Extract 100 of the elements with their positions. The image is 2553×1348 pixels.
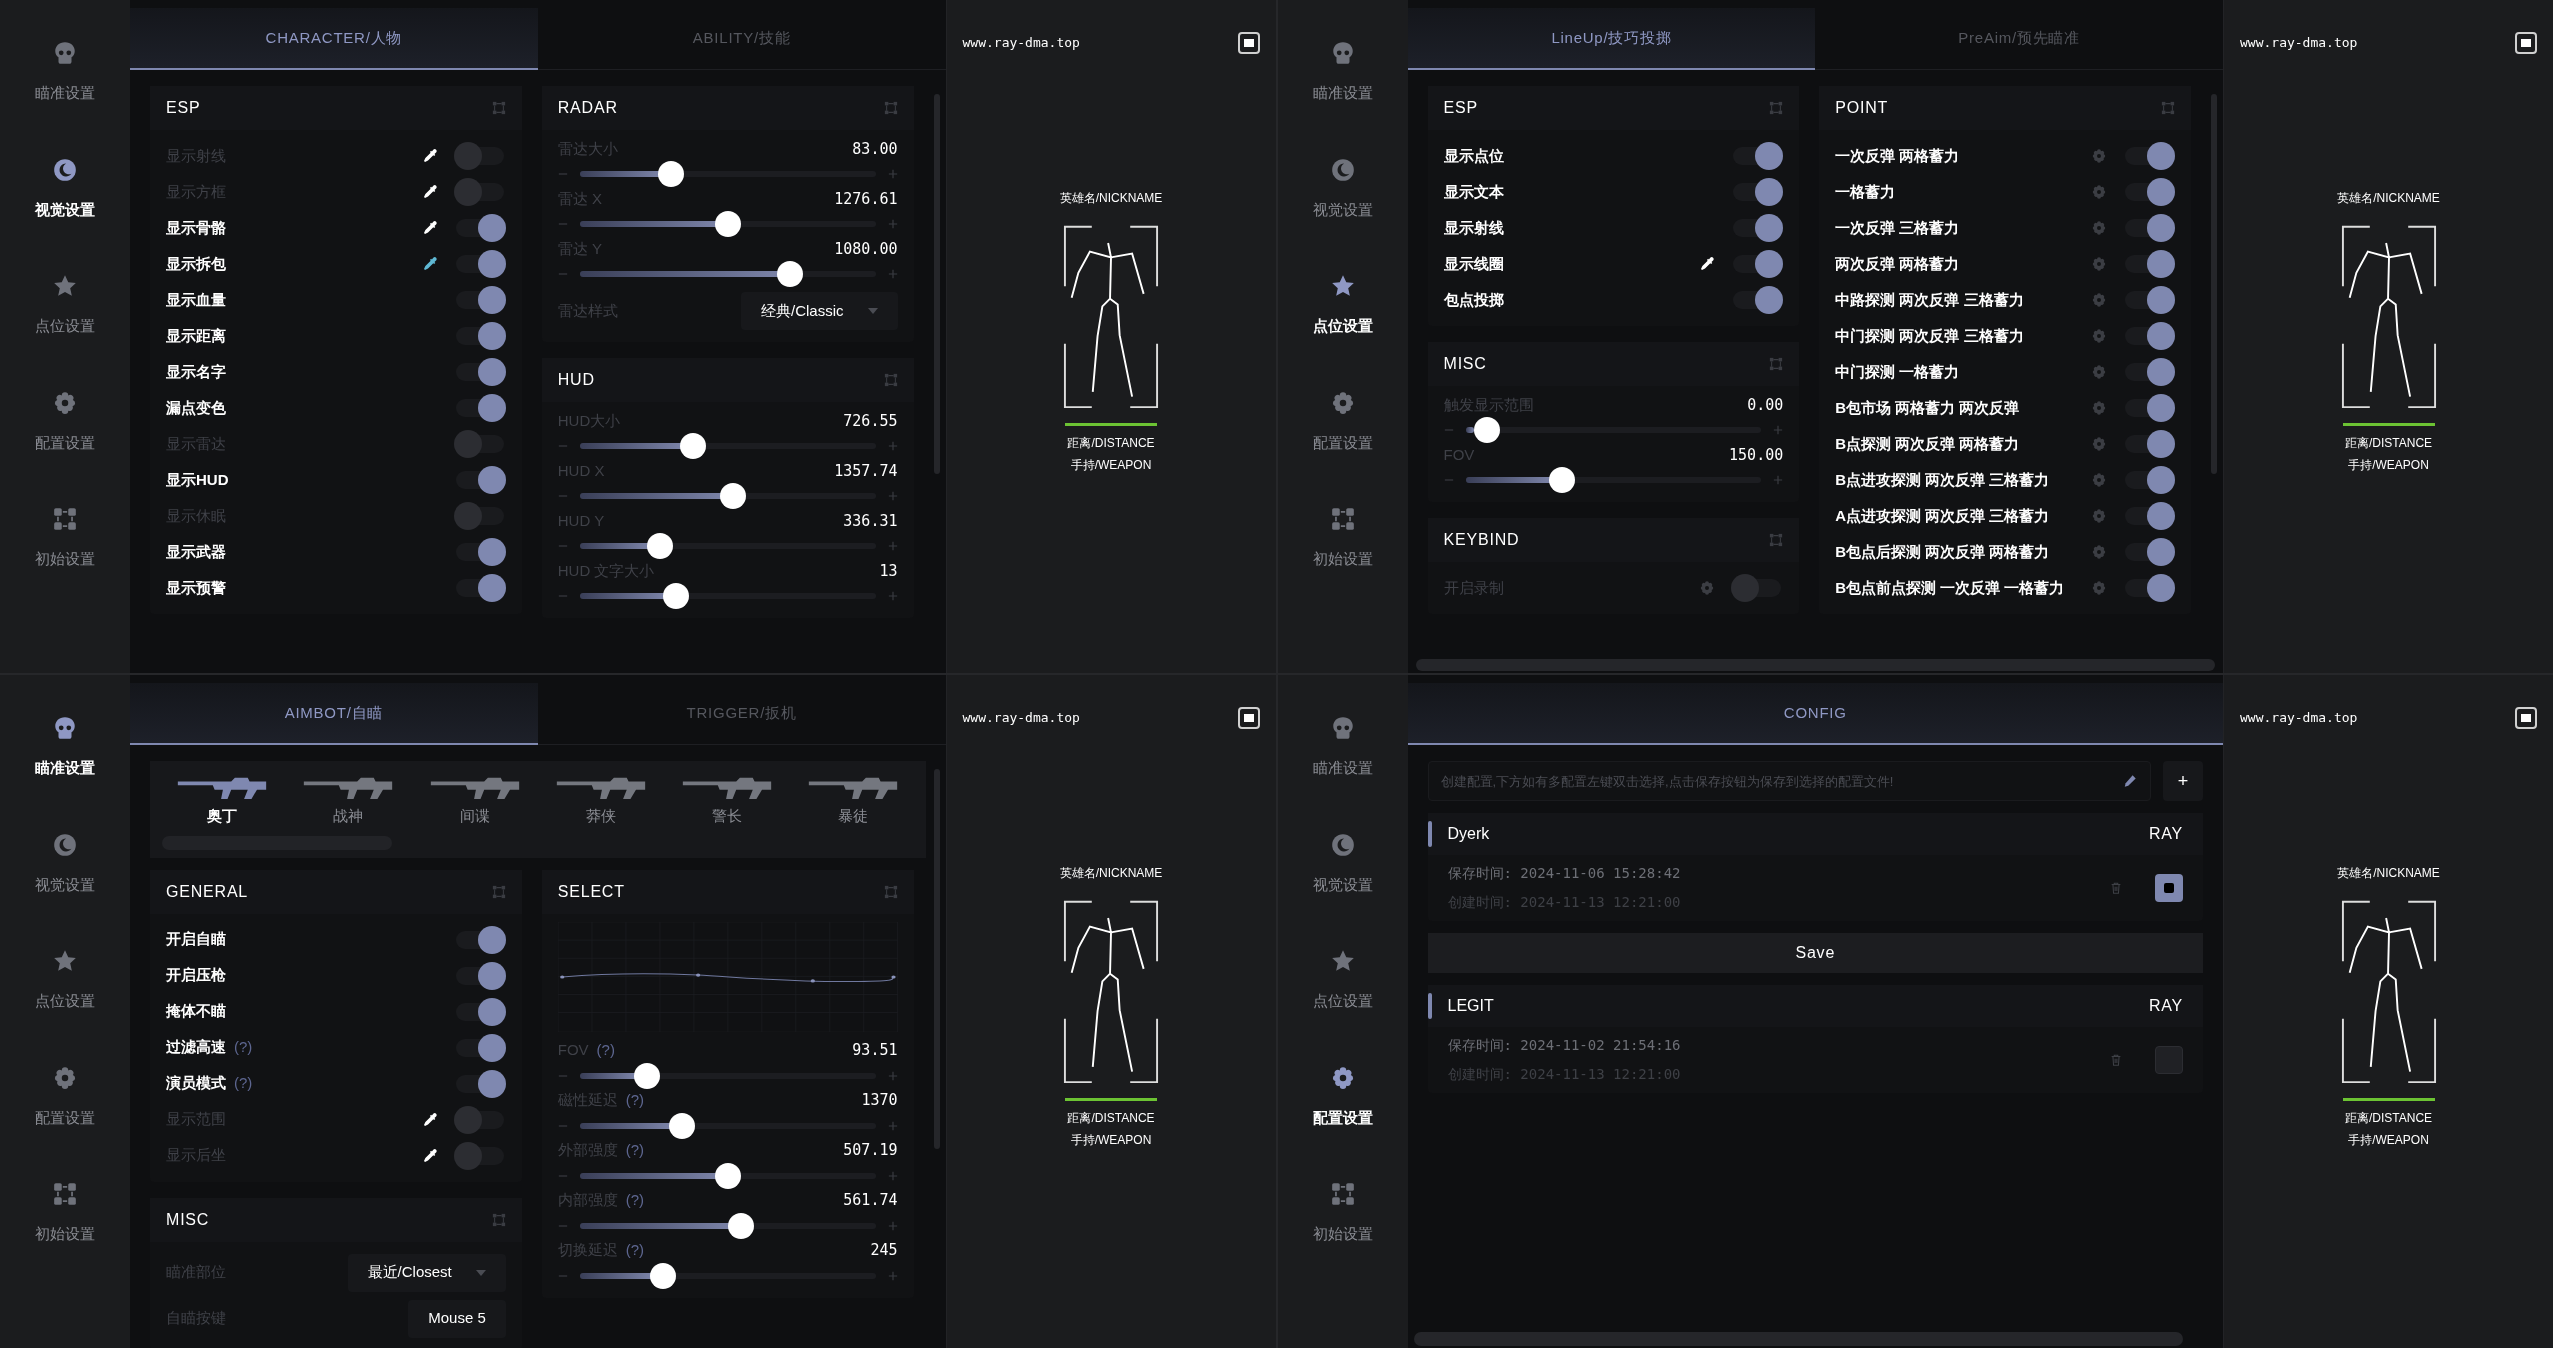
sidebar-item[interactable]: 视觉设置 — [1312, 156, 1373, 221]
slider-thumb[interactable] — [776, 261, 803, 287]
slider[interactable] — [579, 161, 876, 187]
toggle-switch[interactable] — [2123, 286, 2175, 314]
toggle-switch[interactable] — [2123, 574, 2175, 602]
square-button[interactable] — [1237, 707, 1260, 729]
save-button[interactable]: Save — [1427, 933, 2203, 973]
help-mark[interactable]: (?) — [234, 1036, 253, 1059]
scrollbar[interactable] — [1415, 659, 2215, 671]
eyedropper-icon[interactable] — [421, 148, 438, 164]
sidebar-item[interactable]: 瞄准设置 — [1312, 40, 1373, 105]
slider[interactable] — [1465, 467, 1762, 493]
sidebar-item[interactable]: 点位设置 — [1312, 273, 1373, 338]
sidebar-item[interactable]: 点位设置 — [35, 948, 95, 1013]
slider[interactable] — [579, 1262, 876, 1289]
sidebar-item[interactable]: 初始设置 — [35, 1181, 95, 1246]
toggle-switch[interactable] — [2123, 430, 2175, 458]
pencil-icon[interactable] — [2123, 774, 2137, 788]
tab[interactable]: LineUp/技巧投掷 — [1407, 8, 1816, 70]
toggle-switch[interactable] — [2123, 178, 2175, 206]
slider[interactable] — [579, 583, 876, 609]
help-mark[interactable]: (?) — [625, 1189, 645, 1212]
toggle-switch[interactable] — [2123, 538, 2175, 566]
website-url[interactable]: www.ray-dma.top — [962, 33, 1080, 53]
eyedropper-icon[interactable] — [421, 184, 438, 200]
toggle-switch[interactable] — [2123, 394, 2175, 422]
help-mark[interactable]: (?) — [234, 1072, 253, 1095]
slider[interactable] — [579, 211, 876, 237]
slider-thumb[interactable] — [663, 583, 690, 609]
sidebar-item[interactable]: 瞄准设置 — [35, 715, 95, 780]
toggle-switch[interactable] — [1731, 250, 1784, 278]
weapon-tab[interactable]: 战神 — [288, 773, 409, 828]
slider[interactable] — [579, 1162, 876, 1189]
toggle-switch[interactable] — [2123, 322, 2175, 350]
weapon-tab[interactable]: 暴徒 — [793, 773, 914, 828]
keybind-button[interactable]: Mouse 5 — [408, 1299, 506, 1338]
dropdown[interactable]: 经典/Classic — [741, 292, 898, 330]
toggle-switch[interactable] — [453, 430, 506, 458]
slider-thumb[interactable] — [657, 161, 684, 187]
sidebar-item[interactable]: 初始设置 — [35, 506, 95, 571]
toggle-switch[interactable] — [453, 1105, 506, 1134]
help-mark[interactable]: (?) — [625, 1239, 645, 1262]
website-url[interactable]: www.ray-dma.top — [2240, 33, 2358, 53]
toggle-switch[interactable] — [2123, 214, 2175, 242]
sidebar-item[interactable]: 初始设置 — [1312, 506, 1373, 571]
toggle-switch[interactable] — [2123, 250, 2175, 278]
slider[interactable] — [579, 533, 876, 559]
weapon-tab[interactable]: 间谍 — [414, 773, 535, 828]
slider[interactable] — [579, 433, 876, 459]
weapon-tab[interactable]: 警长 — [667, 773, 788, 828]
slider-thumb[interactable] — [714, 211, 741, 237]
slider-thumb[interactable] — [728, 1212, 755, 1239]
help-mark[interactable]: (?) — [625, 1089, 645, 1112]
tab[interactable]: CONFIG — [1407, 683, 2223, 745]
tab[interactable]: AIMBOT/自瞄 — [130, 683, 538, 745]
sidebar-item[interactable]: 视觉设置 — [1312, 831, 1373, 896]
checkbox[interactable] — [2155, 874, 2183, 902]
toggle-switch[interactable] — [453, 178, 506, 206]
slider-thumb[interactable] — [649, 1262, 676, 1289]
toggle-switch[interactable] — [2123, 502, 2175, 530]
eyedropper-icon[interactable] — [421, 220, 438, 236]
sidebar-item[interactable]: 瞄准设置 — [1312, 715, 1373, 780]
eyedropper-icon[interactable] — [421, 1147, 438, 1164]
square-button[interactable] — [1237, 32, 1260, 54]
scrollbar[interactable] — [933, 769, 940, 1149]
help-mark[interactable]: (?) — [596, 1039, 615, 1062]
slider-thumb[interactable] — [633, 1062, 660, 1089]
checkbox[interactable] — [2155, 1046, 2183, 1074]
slider[interactable] — [579, 483, 876, 509]
slider-thumb[interactable] — [714, 1162, 741, 1189]
sidebar-item[interactable]: 点位设置 — [1312, 948, 1373, 1013]
slider[interactable] — [579, 261, 876, 287]
toggle-switch[interactable] — [453, 1141, 506, 1170]
toggle-switch[interactable] — [2123, 142, 2175, 170]
sidebar-item[interactable]: 视觉设置 — [35, 831, 95, 896]
website-url[interactable]: www.ray-dma.top — [962, 708, 1080, 728]
slider-thumb[interactable] — [1549, 467, 1576, 493]
slider-thumb[interactable] — [1473, 417, 1500, 443]
slider-thumb[interactable] — [679, 433, 706, 459]
sidebar-item[interactable]: 视觉设置 — [35, 156, 95, 221]
toggle-switch[interactable] — [1731, 286, 1784, 314]
sidebar-item[interactable]: 配置设置 — [35, 1064, 95, 1129]
toggle-switch[interactable] — [453, 502, 506, 530]
help-mark[interactable]: (?) — [625, 1139, 645, 1162]
sidebar-item[interactable]: 初始设置 — [1312, 1181, 1373, 1246]
slider[interactable] — [579, 1112, 876, 1139]
square-button[interactable] — [2515, 707, 2537, 729]
slider-thumb[interactable] — [668, 1112, 695, 1139]
slider[interactable] — [579, 1062, 876, 1089]
sidebar-item[interactable]: 配置设置 — [1312, 1064, 1373, 1129]
add-button[interactable]: + — [2163, 761, 2203, 801]
weapon-tab[interactable]: 莽侠 — [540, 773, 661, 828]
scrollbar[interactable] — [2211, 94, 2217, 474]
sidebar-item[interactable]: 配置设置 — [1312, 389, 1373, 454]
toggle-switch[interactable] — [1731, 214, 1784, 242]
weapon-tab[interactable]: 奥丁 — [162, 773, 282, 828]
toggle-switch[interactable] — [1731, 142, 1784, 170]
eyedropper-icon[interactable] — [421, 1111, 438, 1128]
slider-thumb[interactable] — [720, 483, 746, 509]
dropdown[interactable]: 最近/Closest — [347, 1253, 506, 1292]
